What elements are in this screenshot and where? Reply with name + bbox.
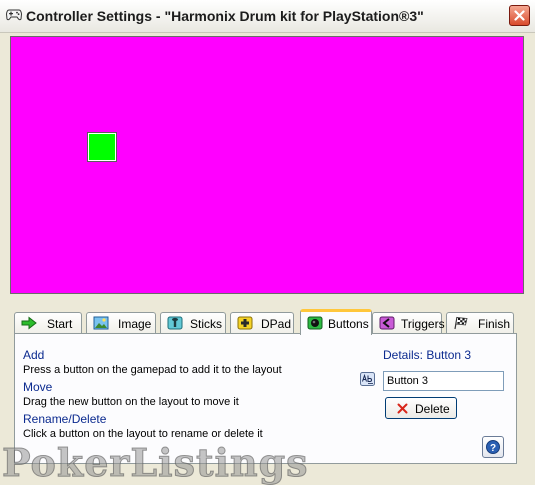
rename-abc-icon <box>360 372 375 386</box>
details-title: Details: Button 3 <box>383 348 472 362</box>
close-icon <box>514 10 525 21</box>
help-icon: ? <box>486 440 500 454</box>
add-description: Press a button on the gamepad to add it … <box>23 364 282 376</box>
rename-delete-heading: Rename/Delete <box>23 412 107 426</box>
svg-text:?: ? <box>490 443 496 454</box>
delete-label: Delete <box>415 402 450 416</box>
delete-button[interactable]: Delete <box>385 397 457 419</box>
title-bar[interactable]: Controller Settings - "Harmonix Drum kit… <box>0 0 535 33</box>
layout-button-3[interactable] <box>87 132 117 162</box>
button-name-input[interactable] <box>383 371 504 391</box>
tab-start[interactable]: Start <box>14 312 82 334</box>
image-icon <box>93 316 109 330</box>
trigger-icon <box>379 316 395 330</box>
gamepad-icon <box>6 9 22 21</box>
tab-buttons[interactable]: Buttons <box>300 309 372 335</box>
delete-x-icon <box>397 403 408 414</box>
tab-label: Start <box>47 317 73 331</box>
tab-label: Finish <box>478 317 511 331</box>
dpad-icon <box>237 316 253 330</box>
tab-label: Triggers <box>401 317 445 331</box>
watermark: PokerListings <box>2 440 309 485</box>
add-heading: Add <box>23 348 45 362</box>
tab-label: Buttons <box>328 317 369 331</box>
tab-dpad[interactable]: DPad <box>230 312 294 334</box>
tab-label: Image <box>118 317 152 331</box>
tab-triggers[interactable]: Triggers <box>372 312 445 334</box>
rename-delete-description: Click a button on the layout to rename o… <box>23 428 263 440</box>
tab-label: Sticks <box>190 317 223 331</box>
close-button[interactable] <box>509 5 530 26</box>
tab-sticks[interactable]: Sticks <box>160 312 226 334</box>
controller-settings-window: Controller Settings - "Harmonix Drum kit… <box>0 0 535 485</box>
layout-canvas[interactable] <box>10 36 524 294</box>
tab-label: DPad <box>261 317 292 331</box>
stick-icon <box>167 316 183 330</box>
tab-finish[interactable]: Finish <box>446 312 514 334</box>
button-icon <box>307 316 323 330</box>
window-title: Controller Settings - "Harmonix Drum kit… <box>26 8 424 24</box>
move-heading: Move <box>23 380 53 394</box>
help-button[interactable]: ? <box>482 436 504 458</box>
move-description: Drag the new button on the layout to mov… <box>23 396 239 408</box>
green-arrow-icon <box>21 316 37 330</box>
tab-image[interactable]: Image <box>86 312 156 334</box>
checkered-flag-icon <box>454 316 468 330</box>
